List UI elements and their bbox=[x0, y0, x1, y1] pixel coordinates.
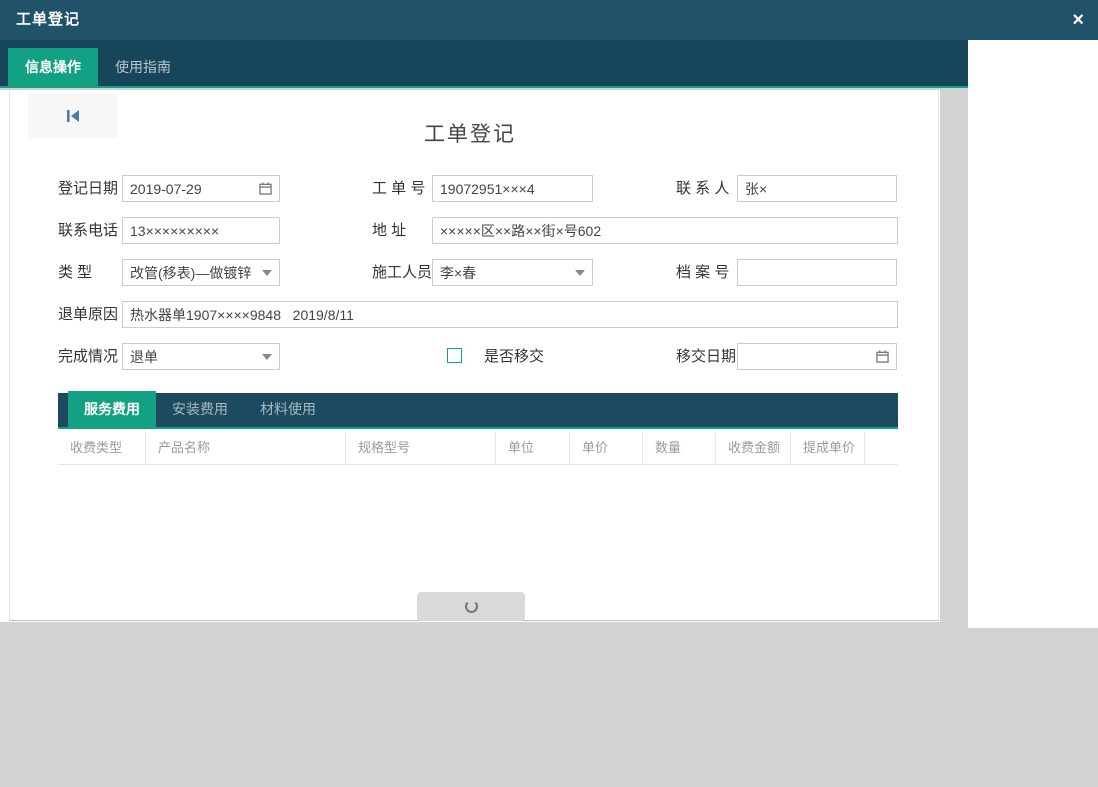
worker-select[interactable]: 李×春 bbox=[432, 259, 593, 286]
reg-date-input[interactable] bbox=[130, 181, 255, 197]
address-field[interactable] bbox=[432, 217, 898, 244]
content-area: 工单登记 登记日期 工 单 号 联 系 人 联系电话 地 址 bbox=[0, 90, 940, 622]
grid-header-cell: 收费类型 bbox=[58, 431, 146, 464]
transfer-date-label: 移交日期 bbox=[676, 343, 736, 370]
transfer-date-input[interactable] bbox=[745, 349, 872, 365]
file-no-label: 档 案 号 bbox=[676, 259, 729, 286]
transfer-label: 是否移交 bbox=[484, 343, 544, 370]
return-reason-input[interactable] bbox=[130, 307, 890, 323]
order-no-label: 工 单 号 bbox=[372, 175, 425, 202]
completion-select-value: 退单 bbox=[130, 347, 258, 367]
phone-field[interactable] bbox=[122, 217, 280, 244]
grid-header-cell: 单价 bbox=[570, 431, 643, 464]
loading-indicator bbox=[417, 592, 525, 621]
grid-header-cell: 收费金额 bbox=[716, 431, 791, 464]
contact-input[interactable] bbox=[745, 181, 889, 197]
address-label: 地 址 bbox=[372, 217, 406, 244]
contact-field[interactable] bbox=[737, 175, 897, 202]
file-no-input[interactable] bbox=[745, 265, 889, 281]
tab-material-usage[interactable]: 材料使用 bbox=[244, 391, 332, 427]
detail-tabstrip: 服务费用 安装费用 材料使用 bbox=[58, 393, 898, 429]
dialog-title: 工单登记 bbox=[16, 0, 80, 40]
order-no-input[interactable] bbox=[440, 181, 585, 197]
file-no-field[interactable] bbox=[737, 259, 897, 286]
page-background: { "window": { "title": "工单登记", "close_ic… bbox=[0, 0, 1098, 787]
completion-label: 完成情况 bbox=[58, 343, 118, 370]
address-input[interactable] bbox=[440, 223, 890, 239]
contact-label: 联 系 人 bbox=[676, 175, 729, 202]
grid-header-row: 收费类型 产品名称 规格型号 单位 单价 数量 收费金额 提成单价 bbox=[58, 431, 898, 465]
tab-service-fee[interactable]: 服务费用 bbox=[68, 391, 156, 427]
grid-header-cell: 数量 bbox=[643, 431, 716, 464]
reg-date-field[interactable] bbox=[122, 175, 280, 202]
worker-label: 施工人员 bbox=[372, 259, 432, 286]
spinner-icon bbox=[465, 600, 478, 613]
grid-header-filler bbox=[865, 431, 898, 464]
phone-label: 联系电话 bbox=[58, 217, 118, 244]
side-panel bbox=[968, 40, 1098, 628]
chevron-down-icon bbox=[262, 354, 272, 360]
grid-header-cell: 产品名称 bbox=[146, 431, 346, 464]
transfer-checkbox[interactable] bbox=[447, 348, 462, 363]
type-label: 类 型 bbox=[58, 259, 92, 286]
grid-header-cell: 提成单价 bbox=[791, 431, 865, 464]
main-tabstrip: 信息操作 使用指南 bbox=[0, 40, 968, 88]
reg-date-label: 登记日期 bbox=[58, 175, 118, 202]
completion-select[interactable]: 退单 bbox=[122, 343, 280, 370]
calendar-icon[interactable] bbox=[259, 182, 272, 195]
transfer-date-field[interactable] bbox=[737, 343, 897, 370]
chevron-down-icon bbox=[262, 270, 272, 276]
return-reason-label: 退单原因 bbox=[58, 301, 118, 328]
order-no-field[interactable] bbox=[432, 175, 593, 202]
phone-input[interactable] bbox=[130, 223, 272, 239]
work-order-dialog: 工单登记 × 信息操作 使用指南 工单登记 登记日期 bbox=[0, 0, 1098, 622]
return-reason-field[interactable] bbox=[122, 301, 898, 328]
dialog-titlebar: 工单登记 × bbox=[0, 0, 1098, 40]
type-select[interactable]: 改管(移表)—做镀锌 bbox=[122, 259, 280, 286]
grid-header-cell: 规格型号 bbox=[346, 431, 496, 464]
grid-header-cell: 单位 bbox=[496, 431, 570, 464]
page-title: 工单登记 bbox=[0, 118, 940, 148]
tab-info-operation[interactable]: 信息操作 bbox=[8, 48, 98, 86]
tab-install-fee[interactable]: 安装费用 bbox=[156, 391, 244, 427]
tab-user-guide[interactable]: 使用指南 bbox=[98, 48, 188, 86]
close-icon[interactable]: × bbox=[1072, 0, 1084, 40]
calendar-icon[interactable] bbox=[876, 350, 889, 363]
chevron-down-icon bbox=[575, 270, 585, 276]
type-select-value: 改管(移表)—做镀锌 bbox=[130, 263, 258, 283]
worker-select-value: 李×春 bbox=[440, 263, 571, 283]
